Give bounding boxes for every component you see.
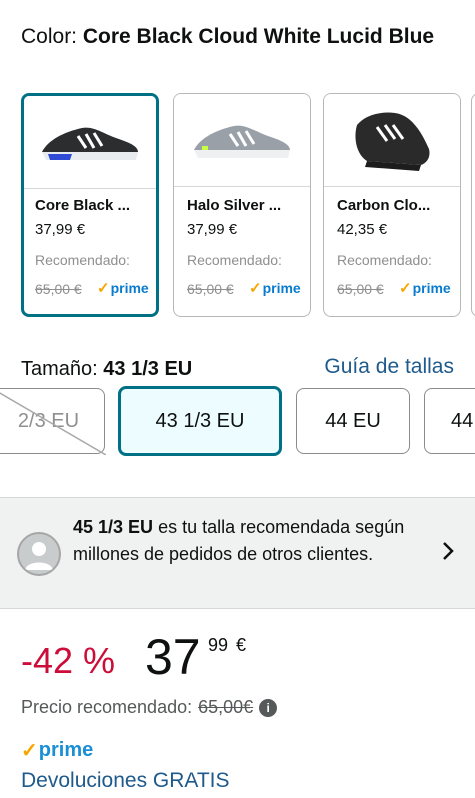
info-icon[interactable]: i — [259, 698, 278, 717]
list-price-row: Precio recomendado: 65,00€ i — [21, 697, 278, 718]
chevron-right-icon[interactable] — [441, 540, 455, 568]
prime-check-icon: ✓ — [399, 280, 412, 297]
color-swatch-carbon[interactable]: Carbon Clo... 42,35 € Recomendado: 65,00… — [323, 93, 461, 317]
size-option-unavailable[interactable]: 2/3 EU — [0, 388, 106, 455]
free-returns-link[interactable]: Devoluciones GRATIS — [21, 769, 230, 793]
prime-logo: ✓ prime — [21, 738, 93, 763]
shoe-image — [174, 94, 310, 187]
price-fraction: 99 — [208, 635, 229, 655]
price-currency: € — [236, 635, 247, 655]
swatch-list-price: 65,00 € — [337, 281, 384, 297]
size-guide-link[interactable]: Guía de tallas — [324, 355, 454, 379]
prime-check-icon: ✓ — [97, 280, 110, 297]
swatch-name: Core Black ... — [35, 197, 131, 214]
prime-text: prime — [412, 280, 451, 296]
swatch-rec-label: Recomendado: — [187, 252, 282, 268]
swatch-price: 37,99 € — [187, 221, 238, 238]
recommended-size: 45 1/3 EU — [73, 517, 154, 537]
list-price-value: 65,00€ — [198, 697, 254, 717]
prime-text: prime — [38, 739, 94, 761]
swatch-name: Halo Silver ... — [187, 197, 282, 214]
size-option[interactable]: 44 EU — [296, 388, 410, 454]
size-option-label: 44 EU — [325, 409, 381, 432]
size-label: Tamaño: — [21, 358, 98, 380]
size-recommendation-banner[interactable]: 45 1/3 EU es tu talla recomendada según … — [0, 497, 475, 609]
prime-badge: ✓ prime — [97, 279, 149, 297]
color-label: Color: — [21, 25, 78, 48]
color-selection-label: Color: Core Black Cloud White Lucid Blue — [21, 22, 461, 52]
color-swatch-core-black[interactable]: Core Black ... 37,99 € Recomendado: 65,0… — [21, 93, 159, 317]
strikethrough-icon — [0, 392, 106, 455]
size-option-label: 44 — [451, 409, 474, 432]
swatch-list-price: 65,00 € — [35, 281, 82, 297]
size-option[interactable]: 44 — [424, 388, 475, 454]
swatch-rec-label: Recomendado: — [35, 252, 130, 268]
swatch-name: Carbon Clo... — [337, 197, 431, 214]
swatch-list-price: 65,00 € — [187, 281, 234, 297]
size-selection-label: Tamaño: 43 1/3 EU — [21, 358, 192, 381]
size-recommendation-text: 45 1/3 EU es tu talla recomendada según … — [73, 514, 433, 568]
price-whole: 37 — [145, 629, 201, 685]
prime-check-icon: ✓ — [249, 280, 262, 297]
size-option-label: 43 1/3 EU — [155, 409, 245, 432]
user-avatar-icon — [17, 532, 61, 576]
swatch-rec-label: Recomendado: — [337, 252, 432, 268]
shoe-image — [324, 94, 460, 187]
shoe-image — [24, 96, 156, 189]
prime-badge: ✓ prime — [249, 279, 301, 297]
swatch-price: 37,99 € — [35, 221, 86, 238]
color-value: Core Black Cloud White Lucid Blue — [82, 25, 435, 48]
color-swatch-next[interactable] — [471, 93, 475, 317]
prime-text: prime — [110, 280, 149, 296]
color-swatch-carousel[interactable]: Core Black ... 37,99 € Recomendado: 65,0… — [21, 93, 475, 320]
color-swatch-halo-silver[interactable]: Halo Silver ... 37,99 € Recomendado: 65,… — [173, 93, 311, 317]
prime-text: prime — [262, 280, 301, 296]
swatch-price: 42,35 € — [337, 221, 388, 238]
discount-percentage: -42 % — [21, 640, 116, 681]
size-button-carousel[interactable]: 2/3 EU 43 1/3 EU 44 EU 44 — [0, 386, 475, 460]
size-value: 43 1/3 EU — [103, 358, 193, 380]
size-option-selected[interactable]: 43 1/3 EU — [118, 386, 282, 456]
prime-badge: ✓ prime — [399, 279, 451, 297]
list-price-label: Precio recomendado: — [21, 697, 193, 717]
prime-check-icon: ✓ — [21, 740, 38, 762]
